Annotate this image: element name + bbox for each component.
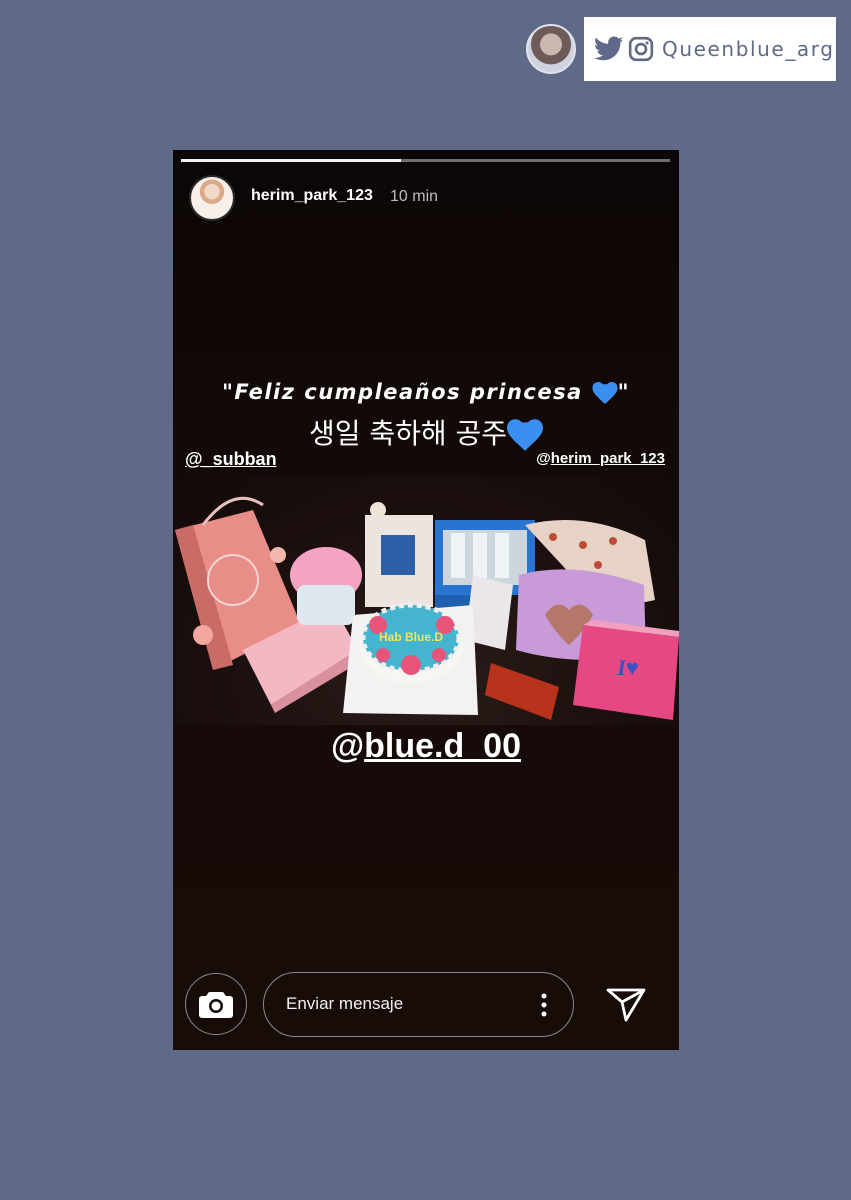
caption-spanish-end: ": [617, 380, 631, 404]
caption-spanish-text: "Feliz cumpleaños princesa: [221, 380, 592, 404]
camera-button[interactable]: [185, 973, 247, 1035]
story-username[interactable]: herim_park_123: [251, 187, 373, 205]
instagram-story: herim_park_123 10 min "Feliz cumpleaños …: [173, 150, 679, 1050]
watermark-avatar: [526, 24, 576, 74]
caption-korean-text: 생일 축하해 공주: [308, 417, 508, 450]
story-timestamp: 10 min: [390, 188, 439, 205]
send-message-input[interactable]: Enviar mensaje: [263, 972, 574, 1037]
send-direct-icon[interactable]: [606, 987, 646, 1023]
send-message-placeholder: Enviar mensaje: [286, 994, 404, 1013]
mention-tag-herim-name: herim_park_123: [550, 450, 665, 467]
blue-heart-icon: [507, 419, 544, 451]
caption-spanish: "Feliz cumpleaños princesa ": [173, 380, 679, 404]
cotton-candy-jar: [290, 547, 362, 625]
cake-writing: Hab Blue.D: [379, 630, 443, 644]
story-progress-fill: [181, 159, 402, 162]
mention-tag-herim[interactable]: @herim_park_123: [536, 450, 665, 467]
user-avatar[interactable]: [189, 175, 235, 221]
mention-sticker-blue[interactable]: @blue.d_00: [173, 727, 679, 766]
mention-blue-at: @: [331, 727, 365, 765]
blue-heart-icon: [592, 382, 618, 404]
mention-tag-herim-at: @: [536, 450, 551, 467]
twitter-icon: [594, 36, 624, 62]
instagram-icon: [628, 36, 654, 62]
more-options-icon[interactable]: [541, 993, 547, 1017]
story-photo-gifts: Hab Blue.D I♥: [173, 475, 679, 725]
bouquet-box: [365, 502, 433, 607]
caption-korean: 생일 축하해 공주: [173, 412, 679, 452]
watermark-badge: Queenblue_arg: [584, 17, 836, 81]
mention-blue-name: blue.d_00: [364, 727, 521, 765]
pink-love-box: I♥: [573, 620, 679, 720]
story-progress-bar: [181, 159, 670, 162]
svg-text:I♥: I♥: [616, 655, 639, 680]
watermark-handle: Queenblue_arg: [662, 37, 835, 61]
mention-tag-subban[interactable]: @_subban: [185, 449, 277, 470]
lipstick-box: [485, 663, 559, 720]
camera-icon: [199, 992, 233, 1018]
cake: Hab Blue.D: [343, 602, 478, 715]
